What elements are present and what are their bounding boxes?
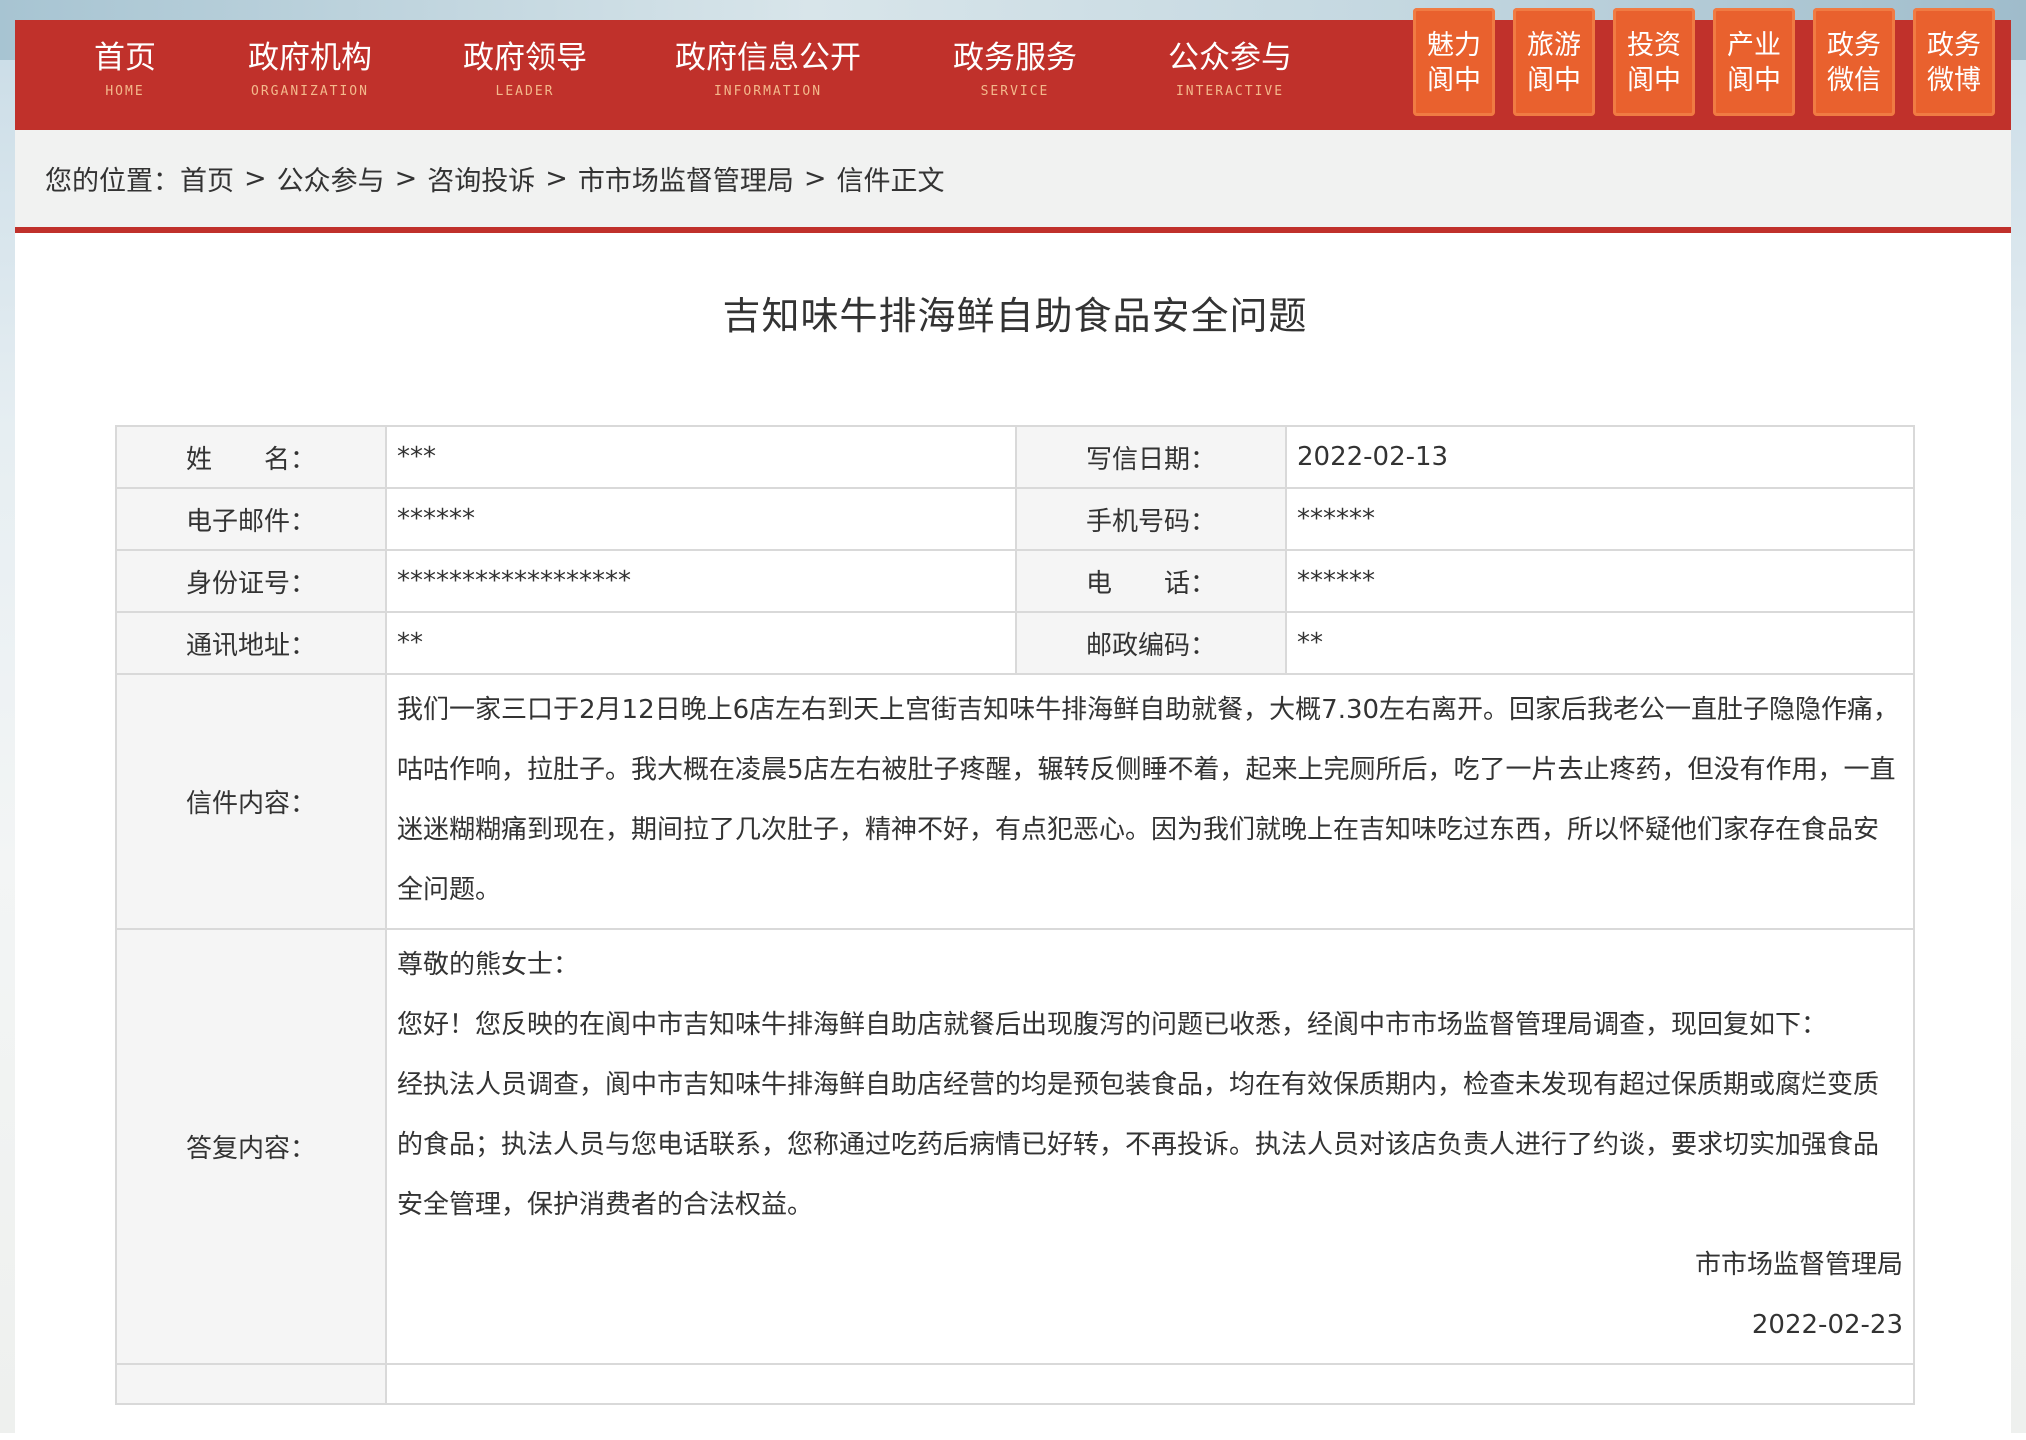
postcode-value: ** [1285,611,1915,675]
postcode-label: 邮政编码： [1015,611,1287,675]
nav-home[interactable]: 首页 HOME [45,20,205,130]
table-row: 姓 名： *** 写信日期： 2022-02-13 [115,425,1915,489]
breadcrumb-letter-body[interactable]: 信件正文 [837,159,945,198]
tile-gov-weibo[interactable]: 政务 微博 [1913,8,1995,116]
nav-leader[interactable]: 政府领导 LEADER [430,20,620,130]
tile-line: 旅游 [1527,30,1581,61]
top-navigation: 首页 HOME 政府机构 ORGANIZATION 政府领导 LEADER 政府… [15,8,2011,130]
tile-line: 投资 [1627,30,1681,61]
tile-line: 政务 [1827,30,1881,61]
reply-paragraph: 您好！您反映的在阆中市吉知味牛排海鲜自助店就餐后出现腹泻的问题已收悉，经阆中市市… [397,1010,1828,1040]
nav-label: 公众参与 [1168,40,1292,76]
nav-label: 政府信息公开 [675,40,861,76]
date-value: 2022-02-13 [1285,425,1915,489]
letter-table: 姓 名： *** 写信日期： 2022-02-13 电子邮件： ****** 手… [115,425,1915,1405]
nav-interactive[interactable]: 公众参与 INTERACTIVE [1135,20,1325,130]
address-label: 通讯地址： [115,611,387,675]
breadcrumb-consult-complaint[interactable]: 咨询投诉 [427,159,535,198]
tile-line: 微信 [1827,65,1881,96]
tile-line: 阆中 [1427,65,1481,96]
tile-tourism-langzhong[interactable]: 旅游 阆中 [1513,8,1595,116]
tile-gov-wechat[interactable]: 政务 微信 [1813,8,1895,116]
page-title: 吉知味牛排海鲜自助食品安全问题 [722,294,1308,338]
tile-line: 魅力 [1427,30,1481,61]
phone-label: 电 话： [1015,549,1287,613]
tile-invest-langzhong[interactable]: 投资 阆中 [1613,8,1695,116]
date-label: 写信日期： [1015,425,1287,489]
nav-label: 政府领导 [463,40,587,76]
table-row: 身份证号： ****************** 电 话： ****** [115,549,1915,613]
reply-signer: 市市场监督管理局 [1694,1250,1903,1280]
breadcrumb-home[interactable]: 首页 [180,159,234,198]
nav-label: 首页 [94,40,156,76]
breadcrumb-public-participation[interactable]: 公众参与 [277,159,385,198]
mobile-value: ****** [1285,487,1915,551]
breadcrumb-prefix: 您的位置： [45,166,180,197]
table-row: 答复内容： 尊敬的熊女士： 您好！您反映的在阆中市吉知味牛排海鲜自助店就餐后出现… [115,928,1915,1365]
reply-label: 答复内容： [115,928,387,1365]
content-label: 信件内容： [115,673,387,930]
name-label: 姓 名： [115,425,387,489]
nav-sublabel: INTERACTIVE [1175,84,1285,99]
tile-line: 阆中 [1727,65,1781,96]
breadcrumb-separator: > [803,163,827,194]
table-row: 电子邮件： ****** 手机号码： ****** [115,487,1915,551]
email-value: ****** [385,487,1017,551]
reply-content: 尊敬的熊女士： 您好！您反映的在阆中市吉知味牛排海鲜自助店就餐后出现腹泻的问题已… [385,928,1915,1365]
nav-service[interactable]: 政务服务 SERVICE [920,20,1110,130]
table-row: 通讯地址： ** 邮政编码： ** [115,611,1915,675]
mobile-label: 手机号码： [1015,487,1287,551]
reply-date: 2022-02-23 [1751,1310,1903,1340]
tile-industry-langzhong[interactable]: 产业 阆中 [1713,8,1795,116]
nav-sublabel: HOME [105,84,145,99]
breadcrumb-separator: > [244,163,267,194]
nav-organization[interactable]: 政府机构 ORGANIZATION [215,20,405,130]
table-row: 信件内容： 我们一家三口于2月12日晚上6店左右到天上宫街吉知味牛排海鲜自助就餐… [115,673,1915,930]
nav-label: 政务服务 [953,40,1077,76]
email-label: 电子邮件： [115,487,387,551]
letter-content: 我们一家三口于2月12日晚上6店左右到天上宫街吉知味牛排海鲜自助就餐，大概7.3… [385,673,1915,930]
name-value: *** [385,425,1017,489]
nav-sublabel: SERVICE [980,84,1050,99]
tile-line: 政务 [1927,30,1981,61]
tile-line: 阆中 [1627,65,1681,96]
empty-cell [385,1363,1915,1405]
nav-label: 政府机构 [248,40,372,76]
nav-information[interactable]: 政府信息公开 INFORMATION [643,20,893,130]
breadcrumb-market-bureau[interactable]: 市市场监督管理局 [578,159,794,198]
breadcrumb-separator: > [394,163,418,194]
tile-line: 阆中 [1527,65,1581,96]
nav-sublabel: INFORMATION [713,84,823,99]
tile-charm-langzhong[interactable]: 魅力 阆中 [1413,8,1495,116]
reply-paragraph: 经执法人员调查，阆中市吉知味牛排海鲜自助店经营的均是预包装食品，均在有效保质期内… [397,1070,1880,1220]
phone-value: ****** [1285,549,1915,613]
id-number-value: ****************** [385,549,1017,613]
tile-line: 产业 [1727,30,1781,61]
address-value: ** [385,611,1017,675]
table-row [115,1363,1915,1405]
reply-greeting: 尊敬的熊女士： [397,950,580,980]
page-container: 首页 HOME 政府机构 ORGANIZATION 政府领导 LEADER 政府… [15,8,2011,1440]
nav-sublabel: ORGANIZATION [251,84,369,99]
breadcrumb: 您的位置： 首页 > 公众参与 > 咨询投诉 > 市市场监督管理局 > 信件正文 [15,130,2011,233]
nav-sublabel: LEADER [495,84,555,99]
id-number-label: 身份证号： [115,549,387,613]
breadcrumb-separator: > [545,163,568,194]
tile-line: 微博 [1927,65,1981,96]
empty-cell [115,1363,387,1405]
